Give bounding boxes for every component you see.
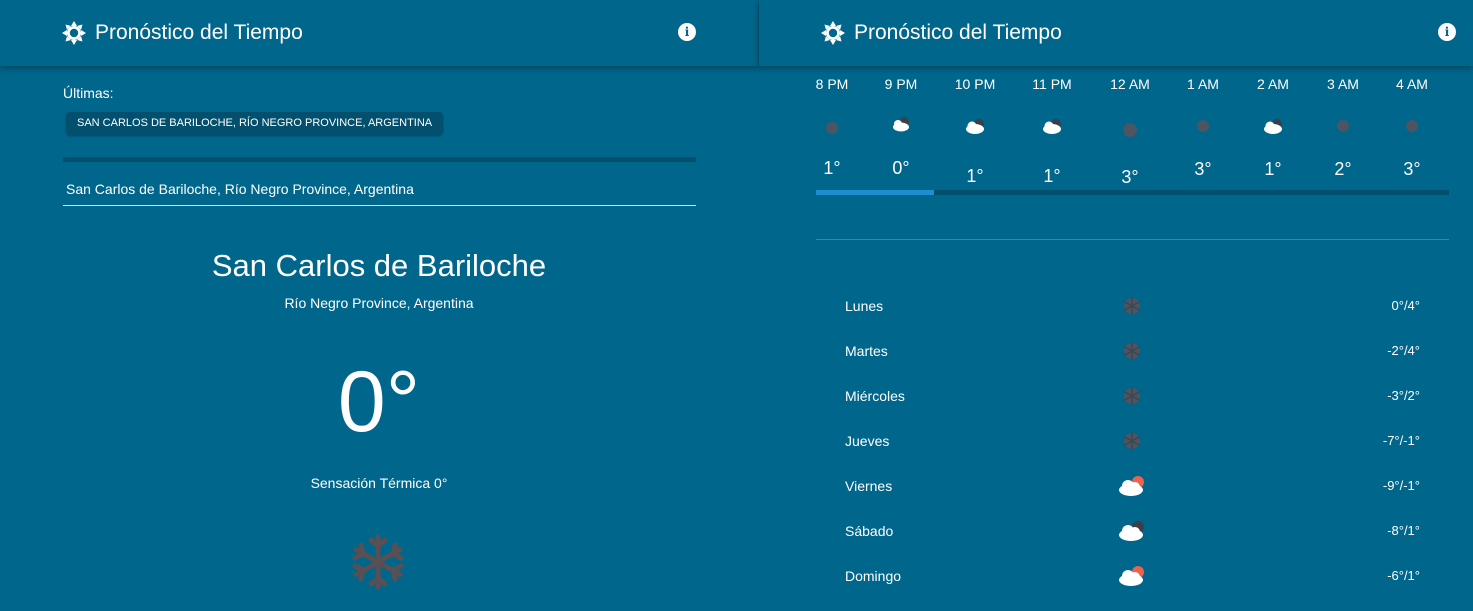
snow-icon [1123, 342, 1141, 360]
hour-temp: 3° [1194, 159, 1212, 179]
daily-row[interactable]: Lunes 0°/4° [845, 296, 1425, 316]
day-temp-range: -6°/1° [1387, 568, 1420, 583]
hour-item[interactable]: 9 PM 0° [871, 76, 931, 178]
hour-item[interactable]: 11 PM 1° [1022, 76, 1082, 186]
snow-dot-icon [1123, 123, 1137, 137]
hour-time: 12 AM [1110, 76, 1150, 92]
hour-item[interactable]: 10 PM 1° [945, 76, 1005, 186]
recent-location-chip[interactable]: SAN CARLOS DE BARILOCHE, RÍO NEGRO PROVI… [66, 112, 444, 135]
sun-icon [62, 21, 86, 45]
hour-time: 3 AM [1327, 76, 1359, 92]
daily-row[interactable]: Miércoles -3°/2° [845, 386, 1425, 406]
snow-icon [1123, 432, 1141, 450]
left-panel: Pronóstico del Tiempo i Últimas: SAN CAR… [0, 0, 758, 611]
app-title: Pronóstico del Tiempo [95, 21, 303, 44]
cloud-moon-icon [1119, 521, 1144, 541]
hour-temp: 1° [1043, 166, 1061, 186]
hour-time: 9 PM [884, 76, 918, 92]
city-region: Río Negro Province, Argentina [284, 295, 474, 311]
day-temp-range: -3°/2° [1387, 388, 1420, 403]
hourly-scroll-thumb[interactable] [816, 190, 934, 195]
cloud-moon-icon [1043, 119, 1061, 134]
daily-row[interactable]: Domingo -6°/1° [845, 566, 1425, 586]
header-bar: Pronóstico del Tiempo i [0, 0, 758, 66]
hour-item[interactable]: 8 PM 1° [802, 76, 862, 178]
day-name: Jueves [845, 433, 890, 449]
day-name: Sábado [845, 523, 894, 539]
snow-icon [1123, 387, 1141, 405]
day-name: Martes [845, 343, 888, 359]
app-title: Pronóstico del Tiempo [854, 21, 1062, 44]
hour-item[interactable]: 4 AM 3° [1382, 76, 1442, 179]
hour-item[interactable]: 12 AM 3° [1100, 76, 1160, 187]
hour-temp: 1° [1264, 159, 1282, 179]
hour-time: 4 AM [1396, 76, 1428, 92]
day-temp-range: 0°/4° [1391, 298, 1420, 313]
daily-row[interactable]: Viernes -9°/-1° [845, 476, 1425, 496]
hour-temp: 3° [1403, 159, 1421, 179]
recent-label: Últimas: [63, 85, 114, 101]
snow-dot-icon [1197, 120, 1209, 132]
snow-dot-icon [1337, 120, 1349, 132]
location-search-input[interactable] [63, 172, 696, 206]
daily-row[interactable]: Martes -2°/4° [845, 341, 1425, 361]
day-name: Lunes [845, 298, 884, 314]
day-name: Domingo [845, 568, 902, 584]
hour-time: 11 PM [1032, 76, 1072, 92]
cloud-moon-icon [966, 119, 984, 134]
hour-temp: 0° [892, 158, 910, 178]
daily-row[interactable]: Sábado -8°/1° [845, 521, 1425, 541]
snowflake-icon [352, 534, 404, 590]
day-name: Miércoles [845, 388, 905, 404]
snow-icon [1123, 297, 1141, 315]
snow-dot-icon [826, 122, 838, 134]
hour-temp: 1° [966, 166, 984, 186]
section-divider [816, 239, 1449, 240]
hour-temp: 1° [823, 158, 841, 178]
hour-item[interactable]: 3 AM 2° [1313, 76, 1373, 179]
info-icon[interactable]: i [1438, 23, 1456, 41]
day-temp-range: -2°/4° [1387, 343, 1420, 358]
day-temp-range: -9°/-1° [1382, 478, 1420, 493]
current-temperature: 0° [337, 354, 421, 450]
hour-temp: 2° [1334, 159, 1352, 179]
feels-like: Sensación Térmica 0° [310, 475, 448, 491]
city-name: San Carlos de Bariloche [211, 248, 547, 283]
hour-time: 8 PM [815, 76, 849, 92]
hour-item[interactable]: 2 AM 1° [1243, 76, 1303, 179]
hour-time: 10 PM [954, 76, 996, 92]
hour-temp: 3° [1121, 167, 1139, 187]
day-name: Viernes [845, 478, 893, 494]
cloud-sun-icon [1119, 566, 1144, 586]
cloud-sun-icon [1119, 476, 1144, 496]
hour-item[interactable]: 1 AM 3° [1173, 76, 1233, 179]
cloud-moon-icon [1264, 119, 1282, 134]
header-bar: Pronóstico del Tiempo i [759, 0, 1473, 66]
sun-icon [821, 21, 845, 45]
cloud-moon-icon [893, 117, 909, 132]
snow-dot-icon [1406, 120, 1418, 132]
info-icon[interactable]: i [678, 23, 696, 41]
daily-row[interactable]: Jueves -7°/-1° [845, 431, 1425, 451]
hour-time: 1 AM [1187, 76, 1219, 92]
hour-time: 2 AM [1257, 76, 1289, 92]
weather-app: Pronóstico del Tiempo i Últimas: SAN CAR… [0, 0, 1473, 611]
day-temp-range: -8°/1° [1387, 523, 1420, 538]
day-temp-range: -7°/-1° [1382, 433, 1420, 448]
section-divider [63, 157, 696, 162]
